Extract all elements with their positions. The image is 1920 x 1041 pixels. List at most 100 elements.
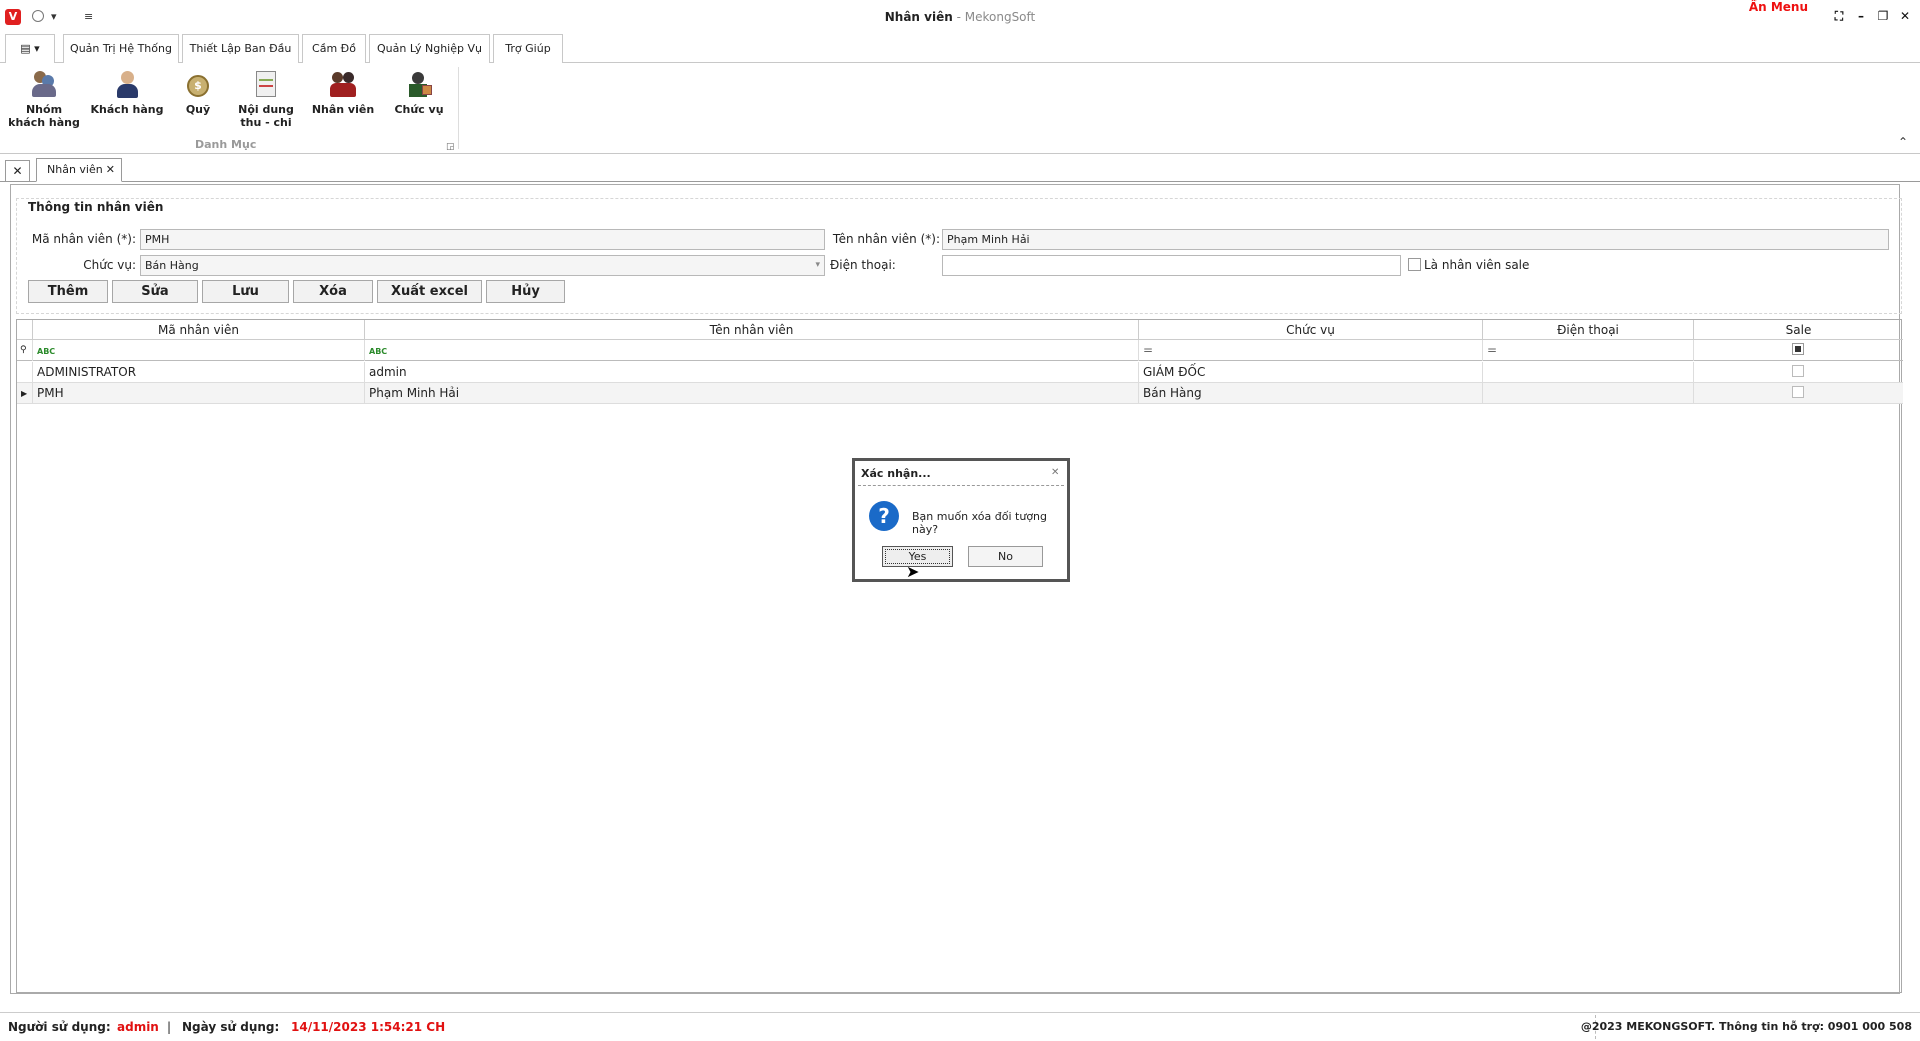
- sale-filter-checkbox[interactable]: [1792, 343, 1804, 355]
- staff-icon: [328, 69, 358, 99]
- ribbon-btn-label: Nội dung thu - chi: [238, 103, 294, 129]
- ribbon-btn-label: Khách hàng: [90, 103, 164, 116]
- cell-position[interactable]: GIÁM ĐỐC: [1139, 362, 1483, 383]
- chevron-down-icon[interactable]: ▾: [815, 256, 820, 275]
- close-icon[interactable]: ✕: [1896, 9, 1914, 25]
- document-tabs: ✕ Nhân viên ✕: [0, 158, 1920, 182]
- date-value: 14/11/2023 1:54:21 CH: [291, 1020, 446, 1034]
- sale-checkbox-cell[interactable]: [1792, 365, 1804, 377]
- abc-filter-icon: ABC: [37, 347, 56, 356]
- code-label: Mã nhân viên (*):: [31, 232, 136, 246]
- title-text: Nhân viên: [884, 10, 953, 24]
- phone-label: Điện thoại:: [830, 258, 896, 272]
- position-select[interactable]: Bán Hàng ▾: [140, 255, 825, 276]
- table-row[interactable]: ▶ PMH Phạm Minh Hải Bán Hàng: [17, 383, 1903, 404]
- ribbon-group-separator: [458, 67, 459, 149]
- phone-field[interactable]: [942, 255, 1401, 276]
- position-icon: [404, 69, 434, 99]
- cell-sale[interactable]: [1694, 362, 1903, 383]
- no-button[interactable]: No: [968, 546, 1043, 567]
- ribbon-btn-chuc-vu[interactable]: Chức vụ: [382, 69, 456, 116]
- add-button[interactable]: Thêm: [28, 280, 108, 303]
- ribbon-btn-quy[interactable]: $ Quỹ: [161, 69, 235, 116]
- fullscreen-icon[interactable]: ⛶: [1830, 9, 1848, 25]
- close-all-tabs-button[interactable]: ✕: [5, 160, 30, 182]
- ribbon-group-name: Danh Mục: [195, 138, 257, 151]
- dialog-title: Xác nhận...: [861, 467, 931, 480]
- dialog-message: Bạn muốn xóa đối tượng này?: [912, 510, 1048, 536]
- edit-button[interactable]: Sửa: [112, 280, 198, 303]
- cell-phone[interactable]: [1483, 383, 1694, 404]
- position-value: Bán Hàng: [145, 259, 199, 272]
- ribbon-btn-label: Chức vụ: [394, 103, 444, 116]
- title-app: - MekongSoft: [952, 10, 1036, 24]
- app-menu-button[interactable]: ▤ ▾: [5, 34, 55, 63]
- window-title: Nhân viên - MekongSoft: [0, 10, 1920, 24]
- cell-position[interactable]: Bán Hàng: [1139, 383, 1483, 404]
- tab-quan-ly[interactable]: Quản Lý Nghiệp Vụ: [369, 34, 490, 63]
- ribbon-btn-nhom-khach-hang[interactable]: Nhóm khách hàng: [7, 69, 81, 129]
- money-bag-icon: $: [183, 69, 213, 99]
- sale-checkbox-cell[interactable]: [1792, 386, 1804, 398]
- cell-name[interactable]: Phạm Minh Hải: [365, 383, 1139, 404]
- filter-sale[interactable]: [1694, 340, 1903, 361]
- ribbon-btn-nhan-vien[interactable]: Nhân viên: [306, 69, 380, 116]
- export-excel-button[interactable]: Xuất excel: [377, 280, 482, 303]
- tab-cam-do[interactable]: Cầm Đồ: [302, 34, 366, 63]
- doc-tab-nhan-vien[interactable]: Nhân viên ✕: [36, 158, 122, 182]
- position-label: Chức vụ:: [83, 258, 136, 272]
- cell-code[interactable]: ADMINISTRATOR: [33, 362, 365, 383]
- filter-row: ⚲ ABC ABC = =: [17, 340, 1903, 361]
- tab-tro-giup[interactable]: Trợ Giúp: [493, 34, 563, 63]
- filter-code[interactable]: ABC: [33, 340, 365, 361]
- name-label: Tên nhân viên (*):: [832, 232, 940, 246]
- collapse-ribbon-icon[interactable]: ⌃: [1898, 135, 1908, 149]
- copyright-text: @2023 MEKONGSOFT. Thông tin hỗ trợ: 0901…: [1580, 1020, 1912, 1033]
- filter-name[interactable]: ABC: [365, 340, 1139, 361]
- hide-menu-link[interactable]: Ẩn Menu: [1749, 0, 1808, 14]
- filter-position[interactable]: =: [1139, 340, 1483, 361]
- menu-icon: ▤ ▾: [20, 42, 40, 55]
- col-header-name[interactable]: Tên nhân viên: [365, 320, 1139, 340]
- abc-filter-icon: ABC: [369, 347, 388, 356]
- ribbon-panel: Nhóm khách hàng Khách hàng $ Quỹ Nội dun…: [0, 63, 1920, 154]
- minimize-icon[interactable]: –: [1852, 9, 1870, 25]
- tab-quan-tri[interactable]: Quản Trị Hệ Thống: [63, 34, 179, 63]
- date-label: Ngày sử dụng:: [182, 1020, 280, 1034]
- table-row[interactable]: ADMINISTRATOR admin GIÁM ĐỐC: [17, 362, 1903, 383]
- code-field[interactable]: PMH: [140, 229, 825, 250]
- ribbon-btn-khach-hang[interactable]: Khách hàng: [90, 69, 164, 116]
- cell-code[interactable]: PMH: [33, 383, 365, 404]
- row-indicator: [17, 362, 33, 383]
- dialog-close-icon[interactable]: ✕: [1051, 467, 1059, 478]
- filter-phone[interactable]: =: [1483, 340, 1694, 361]
- dialog-launcher-icon[interactable]: ◲: [446, 142, 455, 152]
- user-label: Người sử dụng:: [8, 1020, 111, 1034]
- sale-label: Là nhân viên sale: [1424, 258, 1530, 272]
- close-tab-icon[interactable]: ✕: [106, 159, 115, 181]
- dialog-title-divider: [858, 485, 1064, 486]
- ribbon-tabs: ▤ ▾ Quản Trị Hệ Thống Thiết Lập Ban Đầu …: [0, 34, 1920, 64]
- delete-button[interactable]: Xóa: [293, 280, 373, 303]
- restore-icon[interactable]: ❐: [1874, 9, 1892, 25]
- notepad-icon: [251, 69, 281, 99]
- ribbon-btn-label: Nhóm khách hàng: [8, 103, 80, 129]
- doc-tab-label: Nhân viên: [47, 163, 103, 176]
- col-header-sale[interactable]: Sale: [1694, 320, 1903, 340]
- cell-phone[interactable]: [1483, 362, 1694, 383]
- cell-sale[interactable]: [1694, 383, 1903, 404]
- customer-group-icon: [29, 69, 59, 99]
- col-header-phone[interactable]: Điện thoại: [1483, 320, 1694, 340]
- cancel-button[interactable]: Hủy: [486, 280, 565, 303]
- tab-thiet-lap[interactable]: Thiết Lập Ban Đầu: [182, 34, 299, 64]
- sale-checkbox[interactable]: [1408, 258, 1421, 271]
- save-button[interactable]: Lưu: [202, 280, 289, 303]
- name-field[interactable]: Phạm Minh Hải: [942, 229, 1889, 250]
- ribbon-btn-noi-dung[interactable]: Nội dung thu - chi: [229, 69, 303, 129]
- status-bar: Người sử dụng: admin | Ngày sử dụng: 14/…: [0, 1012, 1920, 1041]
- title-bar: V ▾ ≡ Nhân viên - MekongSoft Ẩn Menu ⛶ –…: [0, 0, 1920, 34]
- col-header-position[interactable]: Chức vụ: [1139, 320, 1483, 340]
- user-value: admin: [117, 1020, 159, 1034]
- col-header-code[interactable]: Mã nhân viên: [33, 320, 365, 340]
- cell-name[interactable]: admin: [365, 362, 1139, 383]
